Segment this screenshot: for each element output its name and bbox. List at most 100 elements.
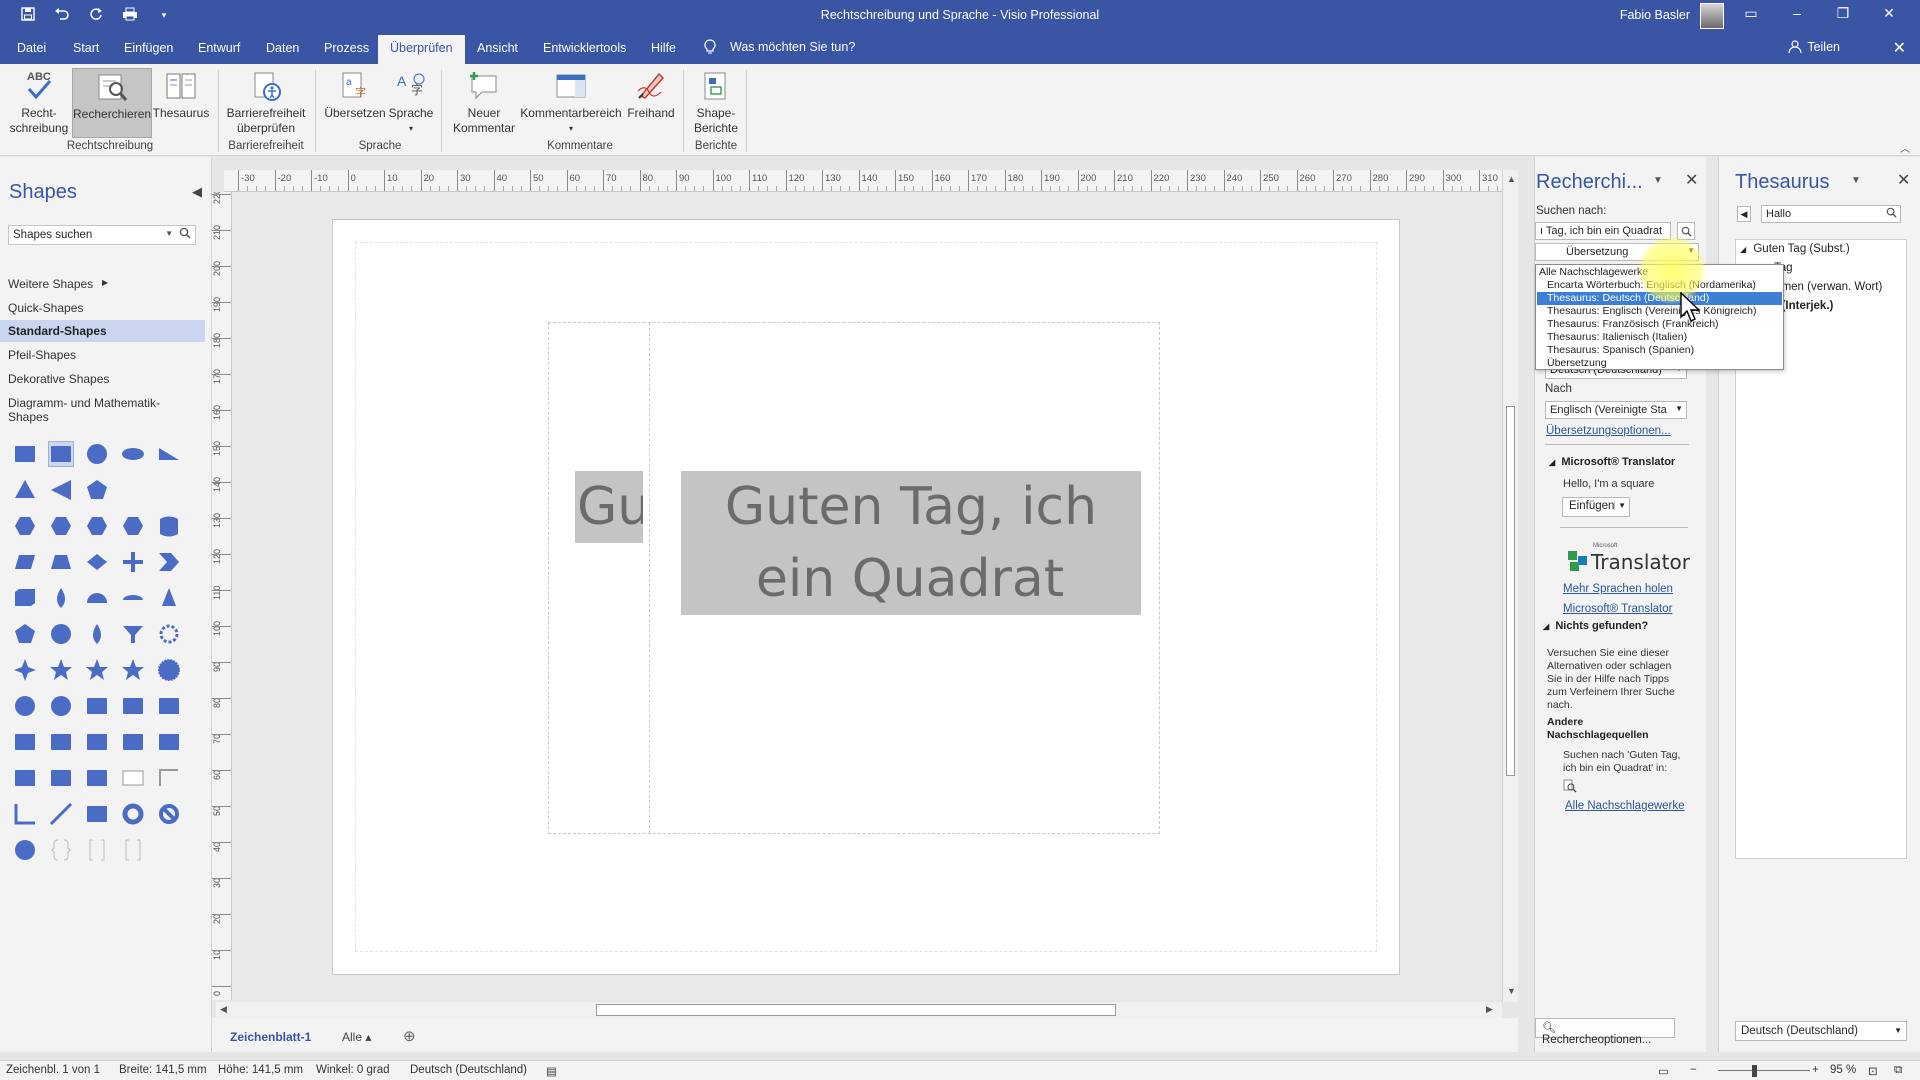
shape-seal-icon[interactable] (156, 657, 182, 683)
chevron-down-icon[interactable]: ▼ (1614, 501, 1626, 510)
shape-parallelogram-icon[interactable] (12, 549, 38, 575)
shape-rect-f-icon[interactable] (12, 765, 38, 791)
chevron-down-icon[interactable]: ▼ (1653, 175, 1663, 186)
shape-brace-icon[interactable] (48, 837, 74, 863)
chevron-down-icon[interactable]: ▼ (1675, 404, 1683, 413)
thesaurus-button[interactable]: Thesaurus (152, 68, 210, 121)
zoom-out-icon[interactable]: − (1690, 1064, 1697, 1076)
add-page-icon[interactable]: ⊕ (403, 1027, 416, 1045)
new-comment-button[interactable]: Neuer Kommentar (448, 68, 520, 136)
thesaurus-language-select[interactable]: Deutsch (Deutschland) ▼ (1735, 1021, 1907, 1041)
thesaurus-result-header[interactable]: ◢ Guten Tag (Subst.) (1740, 243, 1850, 255)
status-language[interactable]: Deutsch (Deutschland) (410, 1064, 527, 1076)
translation-options-link[interactable]: Übersetzungsoptionen... (1546, 425, 1671, 437)
shape-star-4-icon[interactable] (12, 657, 38, 683)
stencil-diagram-math-shapes[interactable]: Diagramm- und Mathematik-Shapes (0, 392, 205, 424)
shape-rect-e-icon[interactable] (156, 729, 182, 755)
scroll-up-icon[interactable]: ▲ (1507, 174, 1516, 184)
switch-windows-icon[interactable]: ⧉ (1894, 1064, 1902, 1077)
shape-bracket-left-icon[interactable] (84, 837, 110, 863)
shape-rect-d-icon[interactable] (120, 729, 146, 755)
search-icon[interactable] (1677, 222, 1695, 240)
status-page[interactable]: Zeichenbl. 1 von 1 (6, 1064, 100, 1076)
scroll-left-icon[interactable]: ◀ (220, 1004, 227, 1015)
tab-developer[interactable]: Entwicklertools (543, 41, 626, 55)
scroll-down-icon[interactable]: ▼ (1507, 986, 1516, 996)
dropdown-option[interactable]: Encarta Wörterbuch: Englisch (Nordamerik… (1537, 279, 1782, 292)
shape-teardrop-icon[interactable] (48, 585, 74, 611)
shape-bracket-right-icon[interactable] (120, 837, 146, 863)
shape-circle-3-icon[interactable] (12, 837, 38, 863)
shape-heptagon-icon[interactable] (48, 513, 74, 539)
chevron-down-icon[interactable]: ▼ (165, 229, 173, 238)
tab-file[interactable]: Datei (17, 41, 46, 55)
shape-right-triangle-icon[interactable] (156, 441, 182, 467)
collapse-ribbon-icon[interactable]: ︿ (1900, 140, 1910, 155)
research-button[interactable]: Recherchieren (72, 68, 152, 138)
drawing-canvas[interactable]: Gu Guten Tag, ich bin ein Quadrat (232, 192, 1502, 1000)
drawing-page[interactable]: Gu Guten Tag, ich bin ein Quadrat (332, 219, 1400, 975)
shape-star-6-icon[interactable] (84, 657, 110, 683)
translate-to-select[interactable]: Englisch (Vereinigte Sta ▼ (1545, 401, 1687, 419)
shape-l-shape-icon[interactable] (12, 801, 38, 827)
shape-star-7-icon[interactable] (120, 657, 146, 683)
more-shapes-menu[interactable]: Weitere Shapes ▶ (0, 273, 205, 295)
all-references-link[interactable]: Alle Nachschlagewerke (1565, 800, 1685, 812)
shape-gear-icon[interactable] (156, 621, 182, 647)
shape-rect-b-icon[interactable] (48, 729, 74, 755)
shape-drop-icon[interactable] (84, 621, 110, 647)
shape-circle-ring-icon[interactable] (12, 693, 38, 719)
shape-octagon-icon[interactable] (84, 513, 110, 539)
horizontal-scroll-thumb[interactable] (596, 1004, 1116, 1016)
ribbon-display-icon[interactable]: ▭ (1728, 5, 1774, 22)
shape-rect-h-icon[interactable] (84, 765, 110, 791)
tab-data[interactable]: Daten (266, 41, 299, 55)
shape-half-circle-icon[interactable] (84, 585, 110, 611)
shape-cone-icon[interactable] (156, 585, 182, 611)
shape-cross-icon[interactable] (120, 549, 146, 575)
stencil-quick-shapes[interactable]: Quick-Shapes (0, 297, 205, 319)
shape-trapezoid-icon[interactable] (48, 549, 74, 575)
collapse-panel-icon[interactable]: ◀ (192, 184, 202, 200)
thesaurus-result-header[interactable]: mmen (verwan. Wort) (1772, 281, 1882, 293)
comment-pane-button[interactable]: Kommentarbereich ▾ (518, 68, 624, 136)
shape-pentagon-icon[interactable] (84, 477, 110, 503)
shape-rect-3-icon[interactable] (156, 693, 182, 719)
shape-frame-icon[interactable] (120, 765, 146, 791)
shape-triangle-icon[interactable] (12, 477, 38, 503)
search-icon[interactable] (1886, 207, 1897, 221)
shape-rect-a-icon[interactable] (12, 729, 38, 755)
close-icon[interactable]: ✕ (1685, 170, 1698, 190)
nothing-found-header[interactable]: ◢ Nichts gefunden? (1543, 620, 1648, 632)
shape-corner-icon[interactable] (156, 765, 182, 791)
shape-partial-circle-icon[interactable] (48, 621, 74, 647)
more-languages-link[interactable]: Mehr Sprachen holen (1563, 583, 1673, 595)
shape-decagon-icon[interactable] (120, 513, 146, 539)
insert-button[interactable]: Einfügen ▼ (1562, 497, 1630, 517)
horizontal-scrollbar[interactable]: ◀ ▶ (216, 1002, 1502, 1018)
shape-donut-icon[interactable] (120, 801, 146, 827)
reference-source-dropdown[interactable]: Alle Nachschlagewerke Encarta Wörterbuch:… (1535, 264, 1784, 370)
language-button[interactable]: A字 Sprache ▾ (384, 68, 438, 136)
shape-reports-button[interactable]: Shape- Berichte (688, 68, 744, 136)
macro-record-icon[interactable]: ▤ (546, 1064, 557, 1078)
dropdown-option[interactable]: Thesaurus: Französisch (Frankreich) (1537, 318, 1782, 331)
shape-star-5-icon[interactable] (48, 657, 74, 683)
stencil-standard-shapes[interactable]: Standard-Shapes (0, 320, 205, 342)
shapes-search-input[interactable]: Shapes suchen ▼ (8, 225, 196, 245)
tab-home[interactable]: Start (73, 41, 99, 55)
share-button[interactable]: Teilen (1807, 40, 1840, 54)
microsoft-translator-link[interactable]: Microsoft® Translator (1563, 603, 1672, 615)
shape-rect-g-icon[interactable] (48, 765, 74, 791)
stencil-arrow-shapes[interactable]: Pfeil-Shapes (0, 344, 205, 366)
dropdown-option[interactable]: Thesaurus: Spanisch (Spanien) (1537, 344, 1782, 357)
shape-funnel-icon[interactable] (120, 621, 146, 647)
chevron-down-icon[interactable]: ▼ (1894, 1026, 1902, 1035)
all-pages-button[interactable]: Alle ▴ (342, 1030, 371, 1044)
chevron-down-icon[interactable]: ▼ (1687, 246, 1695, 255)
shape-rounded-rect-icon[interactable] (84, 693, 110, 719)
translate-button[interactable]: a字 Übersetzen (322, 68, 388, 121)
presentation-mode-icon[interactable]: ▭ (1658, 1064, 1669, 1078)
zoom-slider-thumb[interactable] (1752, 1065, 1757, 1077)
tab-help[interactable]: Hilfe (651, 41, 676, 55)
